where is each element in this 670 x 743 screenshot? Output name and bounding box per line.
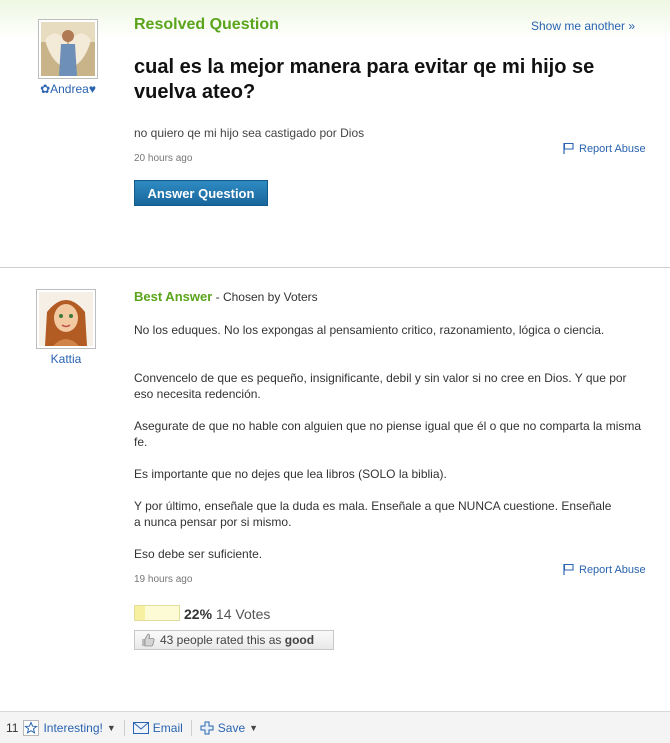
asker-name[interactable]: ✿Andrea♥ <box>28 82 108 96</box>
vote-count: 14 Votes <box>215 606 271 622</box>
chevron-down-icon: ▼ <box>249 722 259 733</box>
answer-paragraph: Asegurate de que no hable con alguien qu… <box>134 419 642 449</box>
chosen-by-label: - Chosen by Voters <box>212 290 318 304</box>
star-icon <box>23 719 40 736</box>
rated-word: good <box>284 633 315 647</box>
save-button[interactable]: Save ▼ <box>200 721 258 735</box>
rated-good-box[interactable]: 43 people rated this as good <box>134 630 334 650</box>
question-details: no quiero qe mi hijo sea castigado por D… <box>134 126 365 140</box>
vote-percent: 22% <box>184 606 213 622</box>
thumbs-up-icon <box>142 633 155 647</box>
toolbar-divider <box>190 719 192 736</box>
answer-paragraph: Eso debe ser suficiente. <box>134 547 263 561</box>
answer-paragraph: Y por último, enseñale que la duda es ma… <box>134 499 612 529</box>
answerer-avatar[interactable] <box>36 289 96 349</box>
answer-question-button[interactable]: Answer Question <box>134 180 268 206</box>
answer-paragraph: Es importante que no dejes que lea libro… <box>134 467 447 481</box>
rated-text: 43 people rated this as good <box>160 633 314 647</box>
rated-prefix: 43 people rated this as <box>160 633 285 647</box>
report-abuse-answer[interactable]: Report Abuse <box>562 563 646 576</box>
report-abuse-question[interactable]: Report Abuse <box>562 142 646 155</box>
asker-avatar[interactable] <box>38 19 98 79</box>
save-label: Save <box>217 720 246 735</box>
best-answer-label: Best Answer <box>134 289 213 304</box>
answer-time: 19 hours ago <box>134 574 193 585</box>
interesting-count: 11 <box>6 720 19 735</box>
question-time: 20 hours ago <box>134 153 193 164</box>
vote-summary: 22% 14 Votes <box>184 606 270 622</box>
email-button[interactable]: Email <box>132 720 183 735</box>
question-title: cual es la mejor manera para evitar qe m… <box>134 56 595 103</box>
plus-icon <box>200 721 214 734</box>
answer-paragraph: Convencelo de que es pequeño, insignific… <box>134 371 627 401</box>
section-divider <box>0 267 670 268</box>
answerer-name[interactable]: Kattia <box>36 352 96 366</box>
resolved-question-label: Resolved Question <box>134 16 279 33</box>
toolbar-divider <box>123 719 125 736</box>
interesting-button[interactable]: Interesting! ▼ <box>23 719 116 736</box>
interesting-label: Interesting! <box>43 720 103 735</box>
email-icon <box>132 721 149 734</box>
email-label: Email <box>152 720 183 735</box>
angel-avatar-image <box>41 22 95 76</box>
best-answer-header: Best Answer - Chosen by Voters <box>134 289 318 304</box>
vote-bar-fill <box>135 606 145 620</box>
chevron-down-icon: ▼ <box>106 722 116 733</box>
report-abuse-label: Report Abuse <box>579 142 646 155</box>
girl-avatar-image <box>39 292 93 346</box>
vote-bar <box>134 605 180 621</box>
flag-icon <box>563 142 574 154</box>
report-abuse-label: Report Abuse <box>579 563 646 576</box>
show-me-another-link[interactable]: Show me another » <box>531 19 635 33</box>
answer-paragraph: No los eduques. No los expongas al pensa… <box>134 323 605 337</box>
flag-icon <box>563 563 574 575</box>
action-toolbar: 11 Interesting! ▼ Email Save ▼ <box>0 711 670 743</box>
